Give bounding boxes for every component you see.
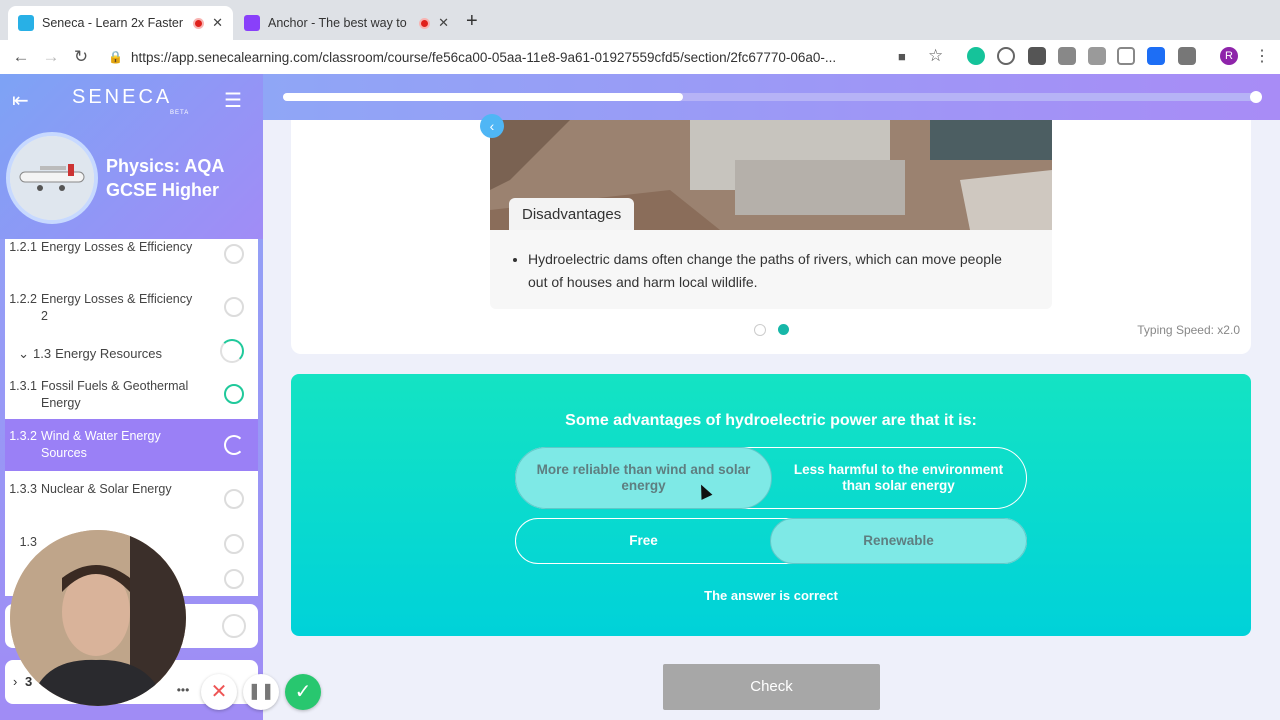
lock-icon: 🔒 [108,50,123,64]
recording-icon [193,17,205,29]
seneca-app: ⇤ SENECA BETA ☰ Physics: AQA GCSE Higher [0,74,1280,720]
anchor-favicon-icon [244,15,260,31]
stop-recording-button[interactable]: ✕ [201,674,237,710]
sidebar-item[interactable]: 1.3.1 Fossil Fuels & Geothermal Energy [5,378,258,420]
question-panel: Some advantages of hydroelectric power a… [291,374,1251,636]
options-row: Free Renewable [515,518,1027,564]
tab-anchor[interactable]: Anchor - The best way to make a podcast … [234,6,459,40]
item-number: 1.2.1 [9,240,37,254]
chevron-right-icon: › [13,674,18,689]
course-title: Physics: AQA GCSE Higher [106,154,224,202]
extension-icon[interactable] [1117,47,1135,65]
back-arrow-icon[interactable]: ← [6,47,36,67]
sidebar-item[interactable]: 1.3.3 Nuclear & Solar Energy [5,481,258,533]
grammarly-icon[interactable] [967,47,985,65]
pagination-dot[interactable] [754,324,766,336]
item-number: 1.3.2 [9,429,37,443]
person-icon [10,530,186,706]
profile-avatar[interactable]: R [1220,47,1238,65]
seneca-favicon-icon [18,15,34,31]
typing-speed: Typing Speed: x2.0 [1137,323,1240,337]
item-label: Energy Losses & Efficiency 2 [41,292,193,323]
option-button[interactable]: Renewable [770,518,1027,564]
options-row: More reliable than wind and solar energy… [515,447,1027,509]
address-bar[interactable]: 🔒 https://app.senecalearning.com/classro… [108,44,948,70]
progress-ring-icon [224,244,244,264]
chevron-down-icon: ⌄ [18,346,29,361]
sidebar-header: ⇤ SENECA BETA ☰ Physics: AQA GCSE Higher [0,74,263,239]
section-label: Disadvantages [509,198,635,231]
tab-seneca[interactable]: Seneca - Learn 2x Faster ✕ [8,6,233,40]
item-label: Nuclear & Solar Energy [41,482,172,496]
progress-ring-icon [222,614,246,638]
option-button[interactable]: More reliable than wind and solar energy [515,447,772,509]
more-options-button[interactable]: ••• [172,681,194,703]
hamburger-menu-icon[interactable]: ☰ [224,88,242,113]
bullet-text: Hydroelectric dams often change the path… [528,248,1022,294]
option-button[interactable]: Less harmful to the environment than sol… [770,447,1027,509]
new-tab-button[interactable]: + [466,10,478,33]
forward-arrow-icon[interactable]: → [36,47,66,67]
close-tab-icon[interactable]: ✕ [438,15,449,31]
extension-icon[interactable] [1058,47,1076,65]
question-text: Some advantages of hydroelectric power a… [565,412,977,429]
progress-bar [283,93,1258,101]
sidebar-section-header[interactable]: ⌄ 1.3 Energy Resources [5,339,258,381]
sidebar-item-active[interactable]: 1.3.2 Wind & Water Energy Sources [5,419,258,471]
facebook-icon[interactable] [1088,47,1106,65]
progress-ring-icon [224,297,244,317]
more-icon[interactable]: ⋮ [1254,46,1270,65]
item-number: 1.3.1 [9,379,37,393]
check-button[interactable]: Check [663,664,880,710]
logo-text: SENECA [72,86,173,108]
answer-feedback: The answer is correct [704,588,838,603]
extension-icon[interactable] [1028,47,1046,65]
item-number: 1.3 [33,346,52,361]
progress-ring-icon [220,339,244,363]
option-button[interactable]: Free [515,518,772,564]
content-card: Disadvantages Hydroelectric dams often c… [291,120,1251,354]
logo-beta: BETA [170,110,190,116]
sidebar-item[interactable]: 1.2.1 Energy Losses & Efficiency [5,239,258,291]
progress-ring-icon [224,489,244,509]
paypal-icon[interactable] [1147,47,1165,65]
progress-fill [283,93,683,101]
reload-icon[interactable]: ↻ [66,47,96,67]
pagination-dot-active[interactable] [778,324,789,335]
pause-recording-button[interactable]: ❚❚ [243,674,279,710]
progress-ring-icon [224,569,244,589]
star-icon[interactable]: ☆ [928,46,946,65]
close-tab-icon[interactable]: ✕ [212,15,223,31]
camera-icon[interactable]: ■ [898,49,914,67]
extension-icon[interactable] [997,47,1015,65]
seneca-logo: SENECA BETA [72,86,188,116]
course-title-line: GCSE Higher [106,180,220,200]
airplane-icon [10,136,94,220]
complete-ring-icon [224,384,244,404]
finish-recording-button[interactable]: ✓ [285,674,321,710]
recording-icon [419,17,431,29]
browser-tab-bar: Seneca - Learn 2x Faster ✕ Anchor - The … [0,0,1280,40]
progress-ring-icon [224,534,244,554]
tab-title: Anchor - The best way to make a podcast [268,16,411,30]
progress-ring-icon [224,435,244,455]
chevron-left-icon[interactable]: ‹ [480,114,504,138]
progress-end-dot [1250,91,1262,103]
course-title-line: Physics: AQA [106,156,225,176]
item-number: 1.2.2 [9,292,37,306]
bullet-box: Hydroelectric dams often change the path… [490,230,1052,309]
webcam-overlay [10,530,186,706]
item-number: 1.3.3 [9,482,37,496]
exit-icon[interactable]: ⇤ [12,88,29,113]
extension-icon[interactable] [1178,47,1196,65]
tab-title: Seneca - Learn 2x Faster [42,16,184,30]
url-text: https://app.senecalearning.com/classroom… [130,49,837,65]
course-image [6,132,98,224]
sidebar-item[interactable]: 1.2.2 Energy Losses & Efficiency 2 [5,291,258,343]
